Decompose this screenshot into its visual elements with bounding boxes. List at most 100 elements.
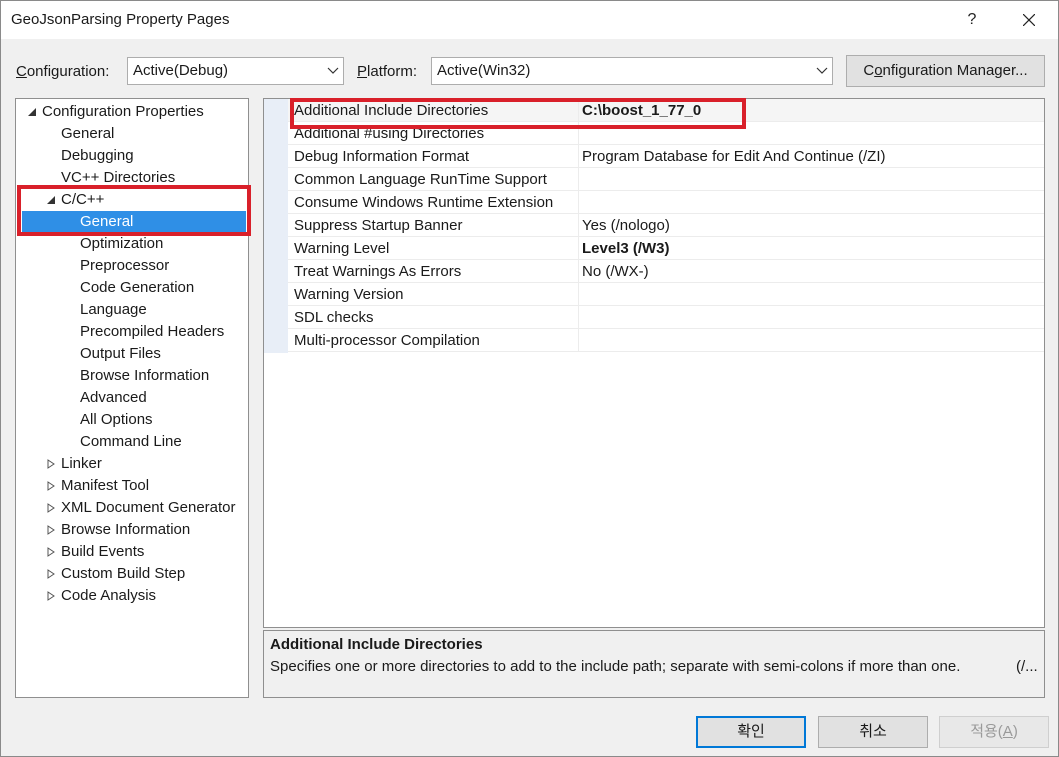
property-row[interactable]: Common Language RunTime Support	[288, 168, 1044, 191]
property-name: Warning Level	[294, 240, 390, 257]
tree-item[interactable]: General	[22, 211, 246, 233]
platform-select[interactable]: Active(Win32)	[431, 57, 833, 85]
configuration-row: Configuration: Active(Debug) Platform: A…	[1, 55, 1058, 87]
collapsed-arrow-icon[interactable]	[46, 591, 56, 601]
property-name: Suppress Startup Banner	[294, 217, 463, 234]
description-text: Specifies one or more directories to add…	[270, 658, 961, 675]
property-name: SDL checks	[294, 309, 374, 326]
property-name: Multi-processor Compilation	[294, 332, 480, 349]
tree-item-label: VC++ Directories	[61, 169, 176, 186]
collapsed-arrow-icon[interactable]	[46, 459, 56, 469]
tree-item[interactable]: Build Events	[16, 541, 246, 563]
property-name: Common Language RunTime Support	[294, 171, 547, 188]
column-separator	[578, 329, 579, 351]
apply-button[interactable]: 적용(A)	[939, 716, 1049, 748]
configuration-value: Active(Debug)	[133, 62, 229, 79]
tree-item[interactable]: Configuration Properties	[16, 101, 246, 123]
property-grid: Additional Include Directories C:\boost_1…	[263, 98, 1045, 628]
configuration-label: Configuration:	[16, 63, 110, 80]
property-name: Warning Version	[294, 286, 404, 303]
configuration-manager-button[interactable]: Configuration Manager...	[846, 55, 1045, 87]
tree-item[interactable]: All Options	[16, 409, 246, 431]
property-row[interactable]: Suppress Startup Banner Yes (/nologo)	[288, 214, 1044, 237]
collapsed-arrow-icon[interactable]	[46, 569, 56, 579]
tree-item-label: General	[61, 125, 115, 142]
property-row[interactable]: Additional #using Directories	[288, 122, 1044, 145]
tree-item[interactable]: Optimization	[16, 233, 246, 255]
tree-item-label: C/C++	[61, 191, 105, 208]
property-pages-dialog: GeoJsonParsing Property Pages ? Configur…	[0, 0, 1059, 757]
tree-item[interactable]: Code Generation	[16, 277, 246, 299]
property-name: Consume Windows Runtime Extension	[294, 194, 554, 211]
tree-item[interactable]: Command Line	[16, 431, 246, 453]
tree-item[interactable]: Code Analysis	[16, 585, 246, 607]
collapsed-arrow-icon[interactable]	[46, 503, 56, 513]
collapsed-arrow-icon[interactable]	[46, 481, 56, 491]
close-icon	[1023, 14, 1035, 26]
description-truncated: (/...	[1016, 658, 1038, 675]
column-separator	[578, 237, 579, 259]
tree-item-label: XML Document Generator	[61, 499, 236, 516]
chevron-down-icon	[816, 67, 828, 74]
tree-item[interactable]: Custom Build Step	[16, 563, 246, 585]
tree-item[interactable]: C/C++	[16, 189, 246, 211]
tree-item[interactable]: Preprocessor	[16, 255, 246, 277]
platform-label: Platform:	[357, 63, 418, 80]
tree-item[interactable]: XML Document Generator	[16, 497, 246, 519]
tree-item[interactable]: Manifest Tool	[16, 475, 246, 497]
configuration-select[interactable]: Active(Debug)	[127, 57, 344, 85]
property-name: Debug Information Format	[294, 148, 470, 165]
tree-item[interactable]: VC++ Directories	[16, 167, 246, 189]
property-tree: Configuration Properties General Debugging…	[15, 98, 251, 698]
ok-button[interactable]: 확인	[696, 716, 806, 748]
property-row[interactable]: Warning Level Level3 (/W3)	[288, 237, 1044, 260]
tree-item-label: Advanced	[80, 389, 147, 406]
tree-item-label: Browse Information	[80, 367, 210, 384]
close-button[interactable]	[1006, 1, 1052, 39]
tree-item-label: Command Line	[80, 433, 182, 450]
tree-item[interactable]: Browse Information	[16, 519, 246, 541]
tree-item[interactable]: Linker	[16, 453, 246, 475]
column-separator	[578, 145, 579, 167]
tree-item[interactable]: Output Files	[16, 343, 246, 365]
tree-item-label: Custom Build Step	[61, 565, 186, 582]
property-value[interactable]: Program Database for Edit And Continue (…	[582, 148, 885, 165]
collapsed-arrow-icon[interactable]	[46, 525, 56, 535]
tree-item[interactable]: Debugging	[16, 145, 246, 167]
expanded-arrow-icon[interactable]	[46, 195, 56, 205]
property-value[interactable]: Yes (/nologo)	[582, 217, 670, 234]
column-separator	[578, 122, 579, 144]
expanded-arrow-icon[interactable]	[27, 107, 37, 117]
tree-item[interactable]: Advanced	[16, 387, 246, 409]
property-row[interactable]: Warning Version	[288, 283, 1044, 306]
property-value[interactable]: C:\boost_1_77_0	[582, 102, 701, 119]
column-separator	[578, 99, 579, 121]
property-row[interactable]: Consume Windows Runtime Extension	[288, 191, 1044, 214]
tree-item-label: Precompiled Headers	[80, 323, 225, 340]
tree-item[interactable]: General	[16, 123, 246, 145]
tree-item[interactable]: Browse Information	[16, 365, 246, 387]
property-row[interactable]: Additional Include Directories C:\boost_1…	[288, 99, 1044, 122]
property-row[interactable]: Debug Information Format Program Database…	[288, 145, 1044, 168]
tree-item[interactable]: Precompiled Headers	[16, 321, 246, 343]
property-name: Additional #using Directories	[294, 125, 485, 142]
property-row[interactable]: Multi-processor Compilation	[288, 329, 1044, 352]
cancel-button[interactable]: 취소	[818, 716, 928, 748]
tree-item-label: Code Analysis	[61, 587, 157, 604]
platform-value: Active(Win32)	[437, 62, 531, 79]
title-bar: GeoJsonParsing Property Pages ?	[1, 1, 1058, 39]
description-panel: Additional Include Directories Specifies…	[263, 630, 1045, 698]
tree-item[interactable]: Language	[16, 299, 246, 321]
property-value[interactable]: Level3 (/W3)	[582, 240, 670, 257]
property-name: Treat Warnings As Errors	[294, 263, 462, 280]
property-row[interactable]: Treat Warnings As Errors No (/WX-)	[288, 260, 1044, 283]
collapsed-arrow-icon[interactable]	[46, 547, 56, 557]
column-separator	[578, 214, 579, 236]
window-title: GeoJsonParsing Property Pages	[11, 11, 230, 28]
property-value[interactable]: No (/WX-)	[582, 263, 649, 280]
tree-item-label: Output Files	[80, 345, 161, 362]
help-button[interactable]: ?	[949, 1, 995, 39]
tree-item-label: Manifest Tool	[61, 477, 150, 494]
property-row[interactable]: SDL checks	[288, 306, 1044, 329]
chevron-down-icon	[327, 67, 339, 74]
